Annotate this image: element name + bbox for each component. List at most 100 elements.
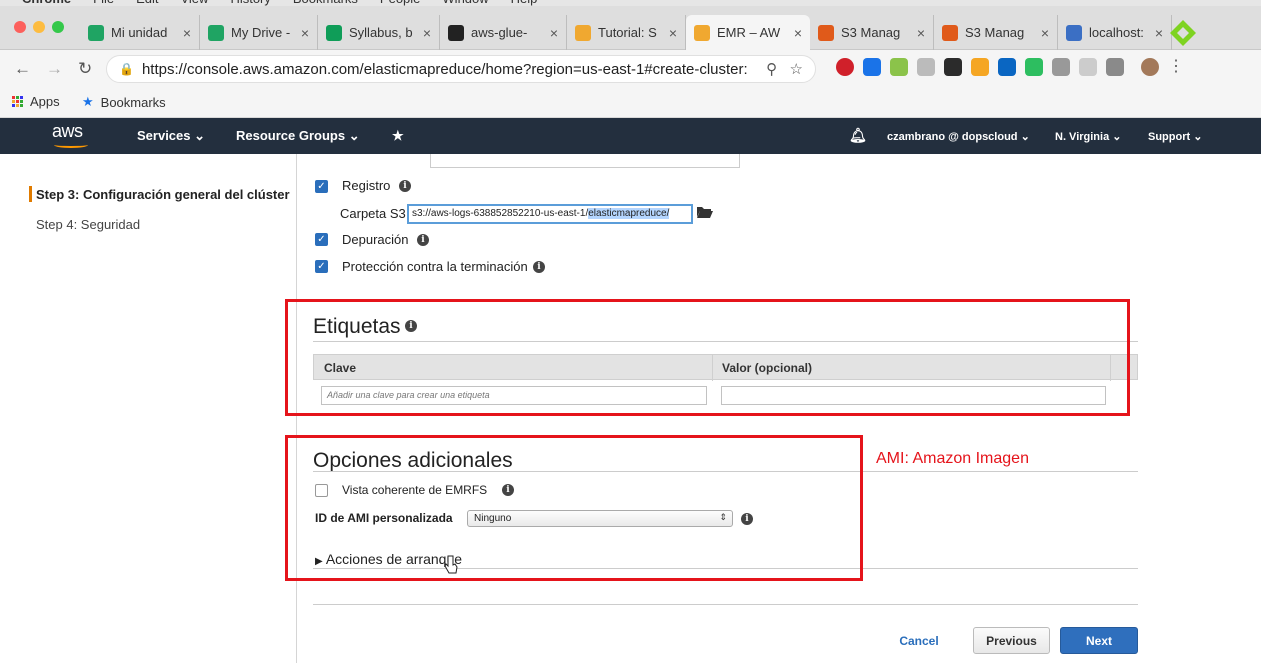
services-menu[interactable]: Services ⌄ <box>137 128 205 144</box>
bookmarks-folder[interactable]: ★ Bookmarks <box>82 94 166 110</box>
tab-label: S3 Manag <box>841 25 901 40</box>
extension-k-icon[interactable] <box>944 58 962 76</box>
back-icon[interactable]: ← <box>14 59 31 79</box>
close-tab-icon[interactable]: × <box>1041 25 1049 41</box>
close-tab-icon[interactable]: × <box>917 25 925 41</box>
close-tab-icon[interactable]: × <box>794 25 802 41</box>
tab-label: EMR – AW <box>717 25 781 40</box>
info-icon[interactable]: i <box>399 180 411 192</box>
close-window-button[interactable] <box>14 21 26 33</box>
cancel-button[interactable]: Cancel <box>893 627 945 654</box>
evernote-icon[interactable] <box>1025 58 1043 76</box>
opera-icon[interactable] <box>836 58 854 76</box>
google-sheets-icon <box>326 24 342 41</box>
carpeta-s3-input[interactable]: s3://aws-logs-638852852210-us-east-1/ela… <box>407 204 693 224</box>
star-icon: ★ <box>82 94 94 109</box>
folder-open-icon[interactable] <box>697 206 713 218</box>
region-menu[interactable]: N. Virginia ⌄ <box>1055 130 1121 143</box>
s3-bucket-icon <box>818 24 834 41</box>
close-tab-icon[interactable]: × <box>550 25 558 41</box>
bookmarks-label: Bookmarks <box>100 94 166 110</box>
close-tab-icon[interactable]: × <box>183 25 191 41</box>
etiquetas-highlight-box <box>285 299 1130 416</box>
profile-avatar[interactable] <box>1141 58 1159 76</box>
support-label: Support <box>1148 131 1191 143</box>
region-label: N. Virginia <box>1055 131 1110 143</box>
previous-button[interactable]: Previous <box>973 627 1050 654</box>
browser-tab[interactable]: localhost: × <box>1058 15 1172 50</box>
feather-icon <box>1066 24 1082 41</box>
close-tab-icon[interactable]: × <box>423 25 431 41</box>
info-icon[interactable]: i <box>533 261 545 273</box>
tab-label: S3 Manag <box>965 25 1025 40</box>
close-tab-icon[interactable]: × <box>301 25 309 41</box>
apps-grid-icon <box>12 96 23 107</box>
proteccion-checkbox[interactable]: ✓ <box>315 260 328 273</box>
tab-label: localhost: <box>1089 25 1144 40</box>
tab-label: Tutorial: S <box>598 25 657 40</box>
close-tab-icon[interactable]: × <box>1155 25 1163 41</box>
footer-divider <box>313 604 1138 605</box>
sidebar-step-4[interactable]: Step 4: Seguridad <box>36 217 140 232</box>
support-menu[interactable]: Support ⌄ <box>1148 130 1202 143</box>
browser-tab[interactable]: Tutorial: S × <box>567 15 686 50</box>
close-tab-icon[interactable]: × <box>669 25 677 41</box>
s3-bucket-icon <box>942 24 958 41</box>
next-button[interactable]: Next <box>1060 627 1138 654</box>
tab-label: My Drive - <box>231 25 291 40</box>
chevron-down-icon: ⌄ <box>1193 131 1203 143</box>
minimize-window-button[interactable] <box>33 21 45 33</box>
bell-icon[interactable]: 🔔︎ <box>849 127 867 144</box>
extension-blue-icon[interactable] <box>863 58 881 76</box>
pin-icon[interactable]: ★ <box>392 128 404 144</box>
forward-icon[interactable]: → <box>46 59 63 79</box>
s3-path-selected: elasticmapreduce/ <box>588 208 670 219</box>
chevron-down-icon: ⌄ <box>348 128 360 143</box>
current-step-indicator <box>29 186 32 202</box>
extension-logo-icon[interactable] <box>1168 18 1198 48</box>
browser-tab[interactable]: aws-glue- × <box>440 15 567 50</box>
registro-checkbox[interactable]: ✓ <box>315 180 328 193</box>
extension-gray-icon[interactable] <box>917 58 935 76</box>
aws-logo[interactable]: aws <box>52 121 92 149</box>
extension-ampersand-icon[interactable] <box>1079 58 1097 76</box>
google-drive-icon <box>208 24 224 41</box>
zoom-star-icons[interactable]: ⚲ ☆ <box>766 60 803 78</box>
linkedin-icon[interactable] <box>998 58 1016 76</box>
depuracion-checkbox[interactable]: ✓ <box>315 233 328 246</box>
depuracion-label: Depuración <box>342 232 409 247</box>
carpeta-s3-label: Carpeta S3 <box>340 206 406 221</box>
aws-cube-icon <box>575 24 591 41</box>
account-menu[interactable]: czambrano @ dopscloud ⌄ <box>887 130 1030 143</box>
browser-tab[interactable]: Syllabus, b × <box>318 15 440 50</box>
resource-groups-menu[interactable]: Resource Groups ⌄ <box>236 128 360 144</box>
maximize-window-button[interactable] <box>52 21 64 33</box>
proteccion-label: Protección contra la terminación <box>342 259 528 274</box>
tab-label: aws-glue- <box>471 25 528 40</box>
browser-tab[interactable]: S3 Manag × <box>934 15 1058 50</box>
url-text: https://console.aws.amazon.com/elasticma… <box>141 60 748 78</box>
extension-green-icon[interactable] <box>890 58 908 76</box>
extension-triangle-icon[interactable] <box>971 58 989 76</box>
extension-cloud-icon[interactable] <box>1052 58 1070 76</box>
browser-tab[interactable]: My Drive - × <box>200 15 318 50</box>
s3-path-prefix: s3://aws-logs-638852852210-us-east-1/ <box>412 208 589 219</box>
info-icon[interactable]: i <box>417 234 429 246</box>
annotation-note: AMI: Amazon Imagen <box>876 450 1029 467</box>
apps-label: Apps <box>30 94 60 109</box>
sidebar-step-3[interactable]: Step 3: Configuración general del clúste… <box>36 187 290 202</box>
reload-icon[interactable]: ↻ <box>78 59 92 79</box>
extension-icons[interactable]: ⋮ <box>836 58 1186 76</box>
google-drive-icon <box>88 24 104 41</box>
opciones-highlight-box <box>285 435 863 581</box>
browser-tab-strip: Mi unidad × My Drive - × Syllabus, b × aws-glu… <box>0 6 1261 50</box>
browser-tab[interactable]: EMR – AW × <box>686 15 810 50</box>
apps-bookmark[interactable]: Apps <box>12 94 60 109</box>
browser-toolbar: ← → ↻ 🔒 https://console.aws.amazon.com/e… <box>0 50 1261 88</box>
facebook-icon[interactable] <box>1106 58 1124 76</box>
menu-kebab-icon[interactable]: ⋮ <box>1168 58 1186 76</box>
address-bar[interactable]: 🔒 https://console.aws.amazon.com/elastic… <box>106 55 816 83</box>
services-label: Services <box>137 128 191 143</box>
browser-tab[interactable]: S3 Manag × <box>810 15 934 50</box>
browser-tab[interactable]: Mi unidad × <box>80 15 200 50</box>
